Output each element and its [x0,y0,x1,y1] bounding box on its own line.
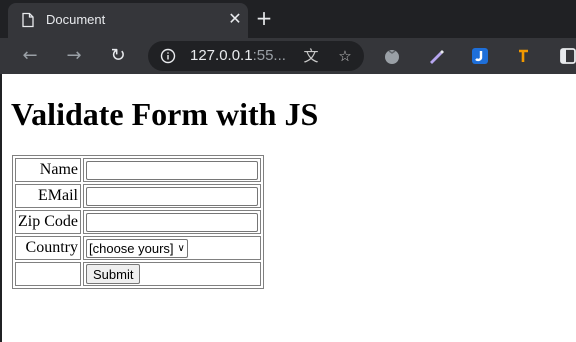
country-label: Country [15,236,81,260]
document-icon [22,12,34,28]
name-input[interactable] [86,160,258,180]
form-row-submit: Submit [15,262,261,286]
url-rest: :55... [252,47,286,64]
address-bar[interactable]: 127.0.0.1:55... 文 ☆ [148,41,364,71]
form-row-zip: Zip Code [15,210,261,234]
tab-title: Document [46,12,106,27]
extension-panel-icon[interactable] [558,46,576,66]
info-icon[interactable] [160,48,176,64]
email-label: EMail [15,184,81,208]
form-row-name: Name [15,158,261,182]
name-label: Name [15,158,81,182]
name-cell [83,158,261,182]
tab-document[interactable]: Document ✕ [8,3,248,38]
tab-strip: Document ✕ + [0,0,576,38]
chevron-down-icon: ∨ [177,242,185,254]
url-text[interactable]: 127.0.0.1:55... [190,47,286,64]
form-row-country: Country [choose yours] ∨ [15,236,261,260]
url-host: 127.0.0.1 [190,47,253,64]
zip-code-label: Zip Code [15,210,81,234]
submit-cell: Submit [83,262,261,286]
zip-code-input[interactable] [86,212,258,232]
page-content: Validate Form with JS Name EMail Zip Cod… [0,74,576,342]
email-cell [83,184,261,208]
back-button[interactable]: ← [18,44,42,68]
extension-pen-icon[interactable] [426,46,446,66]
page-title: Validate Form with JS [11,96,319,132]
country-select[interactable]: [choose yours] ∨ [86,238,188,258]
new-tab-button[interactable]: + [254,8,274,28]
extension-tomato-icon[interactable] [382,46,402,66]
form-row-email: EMail [15,184,261,208]
forward-button[interactable]: → [62,44,86,68]
empty-cell [15,262,81,286]
close-tab-icon[interactable]: ✕ [226,10,244,28]
reload-button[interactable]: ↻ [106,44,130,68]
bookmark-star-icon[interactable]: ☆ [336,47,354,65]
extension-arrow-icon[interactable] [514,46,534,66]
browser-toolbar: ← → ↻ 127.0.0.1:55... 文 ☆ [0,38,576,74]
zip-code-cell [83,210,261,234]
translate-icon[interactable]: 文 [302,47,320,65]
submit-button[interactable]: Submit [86,264,141,284]
validation-form: Name EMail Zip Code Country [choose your… [12,155,264,289]
country-selected-value: [choose yours] [89,240,174,256]
country-cell: [choose yours] ∨ [83,236,261,260]
extension-j-icon[interactable] [470,46,490,66]
email-input[interactable] [86,186,258,206]
